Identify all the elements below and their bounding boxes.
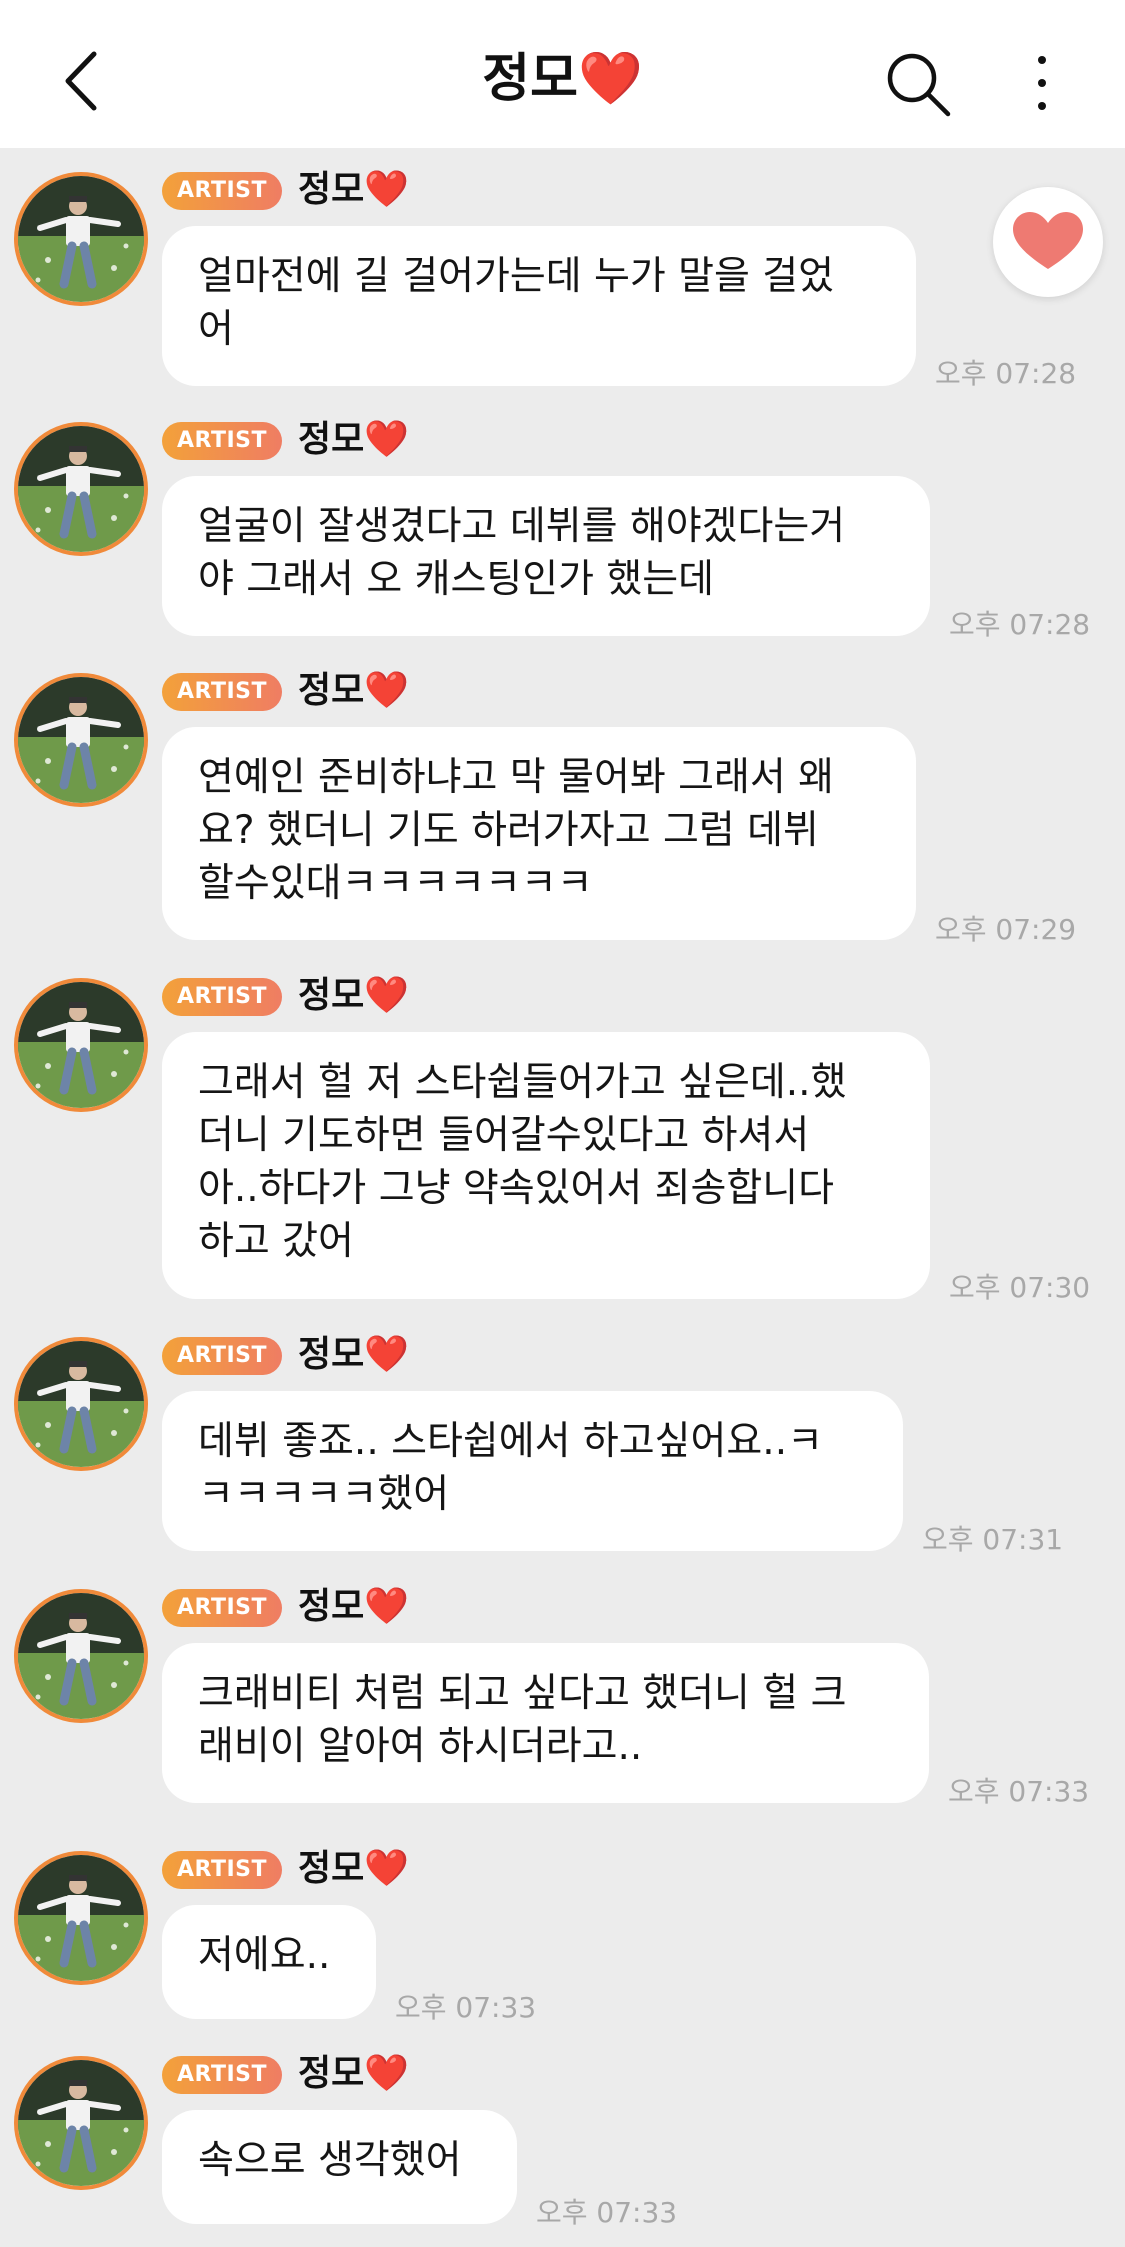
message-bubble[interactable]: 그래서 헐 저 스타쉽들어가고 싶은데..했 더니 기도하면 들어갈수있다고 하… — [162, 1032, 930, 1299]
sender-name: 정모❤️ — [298, 1583, 409, 1631]
title-heart-emoji: ❤️ — [577, 49, 643, 109]
heart-reaction-button[interactable] — [993, 187, 1103, 297]
sender-name-text: 정모 — [298, 1334, 365, 1375]
avatar[interactable] — [14, 1851, 148, 1985]
sender-name-text: 정모 — [298, 1848, 365, 1889]
sender-name: 정모❤️ — [298, 1331, 409, 1379]
avatar[interactable] — [14, 422, 148, 556]
sender-heart-emoji: ❤️ — [364, 975, 410, 1016]
message-bubble[interactable]: 속으로 생각했어 — [162, 2110, 517, 2224]
message-time: 오후 07:33 — [948, 1775, 1090, 1808]
sender-name-text: 정모 — [298, 1586, 365, 1627]
sender-heart-emoji: ❤️ — [364, 419, 410, 460]
sender-name: 정모❤️ — [298, 1845, 409, 1893]
search-icon[interactable] — [884, 50, 954, 120]
sender-name-text: 정모 — [298, 169, 365, 210]
message-time: 오후 07:31 — [922, 1523, 1064, 1556]
avatar-photo — [18, 426, 144, 552]
sender-name: 정모❤️ — [298, 166, 409, 214]
avatar[interactable] — [14, 2056, 148, 2190]
sender-name: 정모❤️ — [298, 416, 409, 464]
artist-badge: ARTIST — [162, 1851, 282, 1889]
sender-heart-emoji: ❤️ — [364, 1586, 410, 1627]
artist-badge: ARTIST — [162, 673, 282, 711]
artist-badge: ARTIST — [162, 1337, 282, 1375]
message-time: 오후 07:28 — [935, 357, 1077, 390]
artist-badge: ARTIST — [162, 1589, 282, 1627]
sender-heart-emoji: ❤️ — [364, 1334, 410, 1375]
more-vertical-icon[interactable] — [1030, 52, 1054, 114]
message-time: 오후 07:28 — [949, 608, 1091, 641]
message-bubble[interactable]: 저에요.. — [162, 1905, 376, 2019]
sender-name-text: 정모 — [298, 670, 365, 711]
avatar-photo — [18, 176, 144, 302]
message-bubble[interactable]: 얼굴이 잘생겼다고 데뷔를 해야겠다는거 야 그래서 오 캐스팅인가 했는데 — [162, 476, 930, 636]
avatar-photo — [18, 2060, 144, 2186]
artist-badge: ARTIST — [162, 172, 282, 210]
avatar-photo — [18, 1593, 144, 1719]
artist-badge: ARTIST — [162, 422, 282, 460]
avatar-photo — [18, 677, 144, 803]
message-bubble[interactable]: 크래비티 처럼 되고 싶다고 했더니 헐 크 래비이 알아여 하시더라고.. — [162, 1643, 929, 1803]
sender-name: 정모❤️ — [298, 667, 409, 715]
message-bubble[interactable]: 연예인 준비하냐고 막 물어봐 그래서 왜 요? 했더니 기도 하러가자고 그럼… — [162, 727, 916, 940]
sender-heart-emoji: ❤️ — [364, 169, 410, 210]
sender-name: 정모❤️ — [298, 972, 409, 1020]
avatar-photo — [18, 982, 144, 1108]
sender-heart-emoji: ❤️ — [364, 1848, 410, 1889]
avatar[interactable] — [14, 673, 148, 807]
sender-name-text: 정모 — [298, 975, 365, 1016]
chat-title-text: 정모 — [482, 49, 578, 109]
artist-badge: ARTIST — [162, 2056, 282, 2094]
avatar-photo — [18, 1341, 144, 1467]
message-bubble[interactable]: 얼마전에 길 걸어가는데 누가 말을 걸었 어 — [162, 226, 916, 386]
artist-badge: ARTIST — [162, 978, 282, 1016]
message-time: 오후 07:30 — [949, 1271, 1091, 1304]
avatar[interactable] — [14, 1337, 148, 1471]
sender-name: 정모❤️ — [298, 2050, 409, 2098]
sender-heart-emoji: ❤️ — [364, 2053, 410, 2094]
message-time: 오후 07:29 — [935, 913, 1077, 946]
sender-name-text: 정모 — [298, 2053, 365, 2094]
avatar-photo — [18, 1855, 144, 1981]
message-bubble[interactable]: 데뷔 좋죠.. 스타쉽에서 하고싶어요..ㅋ ㅋㅋㅋㅋㅋ했어 — [162, 1391, 903, 1551]
message-time: 오후 07:33 — [395, 1991, 537, 2024]
avatar[interactable] — [14, 978, 148, 1112]
sender-heart-emoji: ❤️ — [364, 670, 410, 711]
sender-name-text: 정모 — [298, 419, 365, 460]
message-time: 오후 07:33 — [536, 2196, 678, 2229]
avatar[interactable] — [14, 1589, 148, 1723]
chat-header: 정모❤️ — [0, 0, 1125, 148]
chat-title: 정모❤️ — [0, 44, 1125, 114]
avatar[interactable] — [14, 172, 148, 306]
heart-reaction-icon — [1013, 212, 1083, 269]
